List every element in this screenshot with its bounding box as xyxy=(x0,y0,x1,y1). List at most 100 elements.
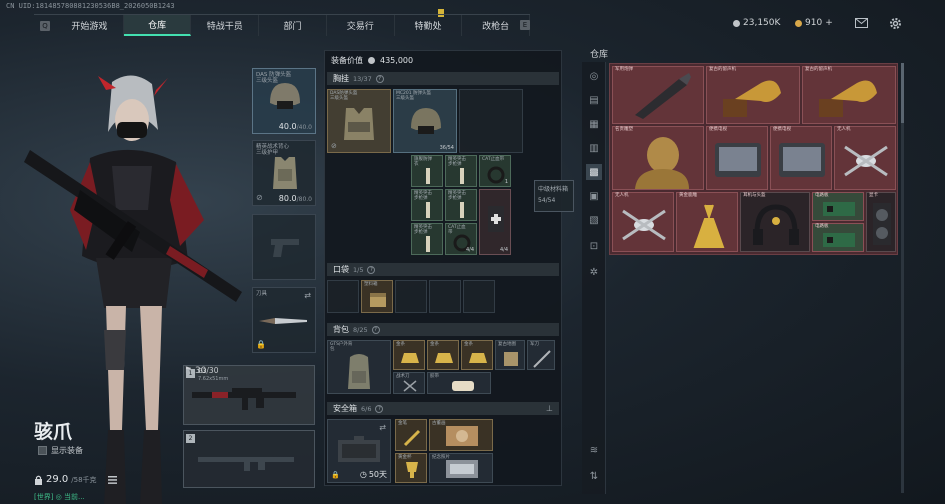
category-medical-icon[interactable]: ▣ xyxy=(586,188,602,204)
safebox-item[interactable]: 黄金杯 xyxy=(395,453,427,483)
pocket-slot[interactable] xyxy=(327,280,359,313)
melee-slot[interactable]: 刀具 ⇄ 🔒 xyxy=(252,287,316,353)
helmet-slot[interactable]: DAS 防弹头盔 三级头盔 40.0/40.0 xyxy=(252,68,316,134)
vest-item[interactable]: 精英突击 步枪弹 xyxy=(411,223,443,255)
primary-weapon-name: G3 7.62x51mm xyxy=(198,368,229,383)
vest-item[interactable]: CAT止血带 4/4 xyxy=(445,223,477,255)
ticket-balance[interactable]: 910 + xyxy=(795,18,833,28)
portable-tv-icon xyxy=(715,143,761,177)
warehouse-item[interactable]: 黄金鹿雕 xyxy=(676,192,738,252)
safebox-item[interactable]: 金笔 xyxy=(395,419,427,451)
warehouse-item[interactable]: 耳机与头盔 xyxy=(740,192,810,252)
category-gear-icon[interactable]: ▦ xyxy=(586,116,602,132)
vest-item[interactable]: MC201 防弹头盔 三级头盔 36/54 xyxy=(393,89,457,153)
category-keys-icon[interactable]: ▧ xyxy=(586,212,602,228)
warehouse-item[interactable]: 便携电视 xyxy=(770,126,832,190)
show-gear-label: 显示装备 xyxy=(51,446,83,455)
backpack-item[interactable]: 军刀 xyxy=(527,340,555,370)
primary-weapon-slot[interactable]: 1 G37.62x51mm ⚑ 30/30 xyxy=(183,365,315,425)
warehouse-item[interactable]: 无人机 xyxy=(834,126,896,190)
tab-special-ops[interactable]: 特勤处 xyxy=(395,15,463,36)
backpack-item[interactable]: 胶带 xyxy=(427,372,491,394)
warehouse-item[interactable]: 电路板 xyxy=(812,223,864,252)
safebox-container[interactable]: ⇄ 🔒 ◷ 50天 xyxy=(327,419,391,483)
pistol-slot[interactable] xyxy=(252,214,316,280)
pocket-slot[interactable] xyxy=(429,280,461,313)
show-gear-toggle[interactable]: 显示装备 xyxy=(38,445,83,456)
vest-item[interactable]: 旗舰防弹衣 xyxy=(411,155,443,187)
warehouse-scrollbar[interactable] xyxy=(901,63,904,493)
warehouse-grid: 军用炮弹 复古的留声机 复古的留声机 名贵雕塑 便携电视 便携电视 无人机 无人… xyxy=(609,63,898,255)
vest-item[interactable]: 精英突击 步枪弹 xyxy=(445,155,477,187)
helmet-icon xyxy=(411,108,441,134)
swap-icon[interactable]: ⇄ xyxy=(304,291,311,300)
tab-start-game[interactable]: 开始游戏 xyxy=(56,15,124,36)
show-gear-checkbox[interactable] xyxy=(38,446,47,455)
category-all-icon[interactable]: ◎ xyxy=(586,68,602,84)
nav-left-key-wrap[interactable]: Q xyxy=(34,15,56,36)
pin-icon[interactable]: ⊥ xyxy=(546,404,553,413)
vest-empty-slot[interactable] xyxy=(459,89,523,153)
pocket-slot[interactable] xyxy=(395,280,427,313)
warehouse-item[interactable]: 名贵雕塑 xyxy=(612,126,704,190)
category-lock-icon[interactable]: ⊡ xyxy=(586,238,602,254)
mail-icon[interactable] xyxy=(853,15,869,31)
chat-tip[interactable]: [世界] ◎ 当前... xyxy=(34,492,85,502)
tab-trading[interactable]: 交易行 xyxy=(327,15,395,36)
armor-slot[interactable]: 精英战术背心 三级护甲 ⊘ 80.0/80.0 xyxy=(252,140,316,206)
warehouse-item[interactable]: 复古的留声机 xyxy=(802,66,896,124)
warehouse-item[interactable]: 便携电视 xyxy=(706,126,768,190)
backpack-item[interactable]: 金条 xyxy=(393,340,425,370)
character-name: 骇爪 xyxy=(34,421,73,443)
backpack-item[interactable]: GTS户外背包 xyxy=(327,340,391,394)
category-weapon-icon[interactable]: ▤ xyxy=(586,92,602,108)
help-icon[interactable]: ? xyxy=(375,74,384,83)
backpack-item[interactable]: 金条 xyxy=(461,340,493,370)
nav-left-key[interactable]: Q xyxy=(40,20,50,31)
tab-department[interactable]: 部门 xyxy=(259,15,327,36)
backpack-item[interactable]: 战术刀 xyxy=(393,372,425,394)
weight-unit: /58千克 xyxy=(71,475,97,484)
category-collectibles-icon[interactable]: ▩ xyxy=(586,164,602,180)
pocket-item[interactable]: 塑料箱 xyxy=(361,280,393,313)
vest-item[interactable]: CAT止血带 1 xyxy=(479,155,511,187)
secondary-weapon-slot[interactable]: 2 xyxy=(183,430,315,488)
pocket-slot[interactable] xyxy=(463,280,495,313)
stack-layers-icon[interactable]: ≋ xyxy=(586,442,602,458)
tab-operators[interactable]: 特战干员 xyxy=(191,15,260,36)
briefcase-icon xyxy=(338,436,380,462)
help-icon[interactable]: ? xyxy=(375,404,384,413)
sort-icon[interactable]: ⇅ xyxy=(586,468,602,484)
warehouse-item[interactable]: 无人机 xyxy=(612,192,674,252)
ticket-add[interactable]: + xyxy=(825,18,833,28)
tooltip-count: 54/54 xyxy=(538,196,556,204)
safebox-item[interactable]: 纪念照片 xyxy=(429,453,493,483)
vest-item[interactable]: 4/4 xyxy=(479,189,511,255)
gold-cup-icon xyxy=(406,462,418,478)
nav-right-key[interactable]: E xyxy=(520,20,530,30)
map-icon xyxy=(504,352,518,366)
vest-item[interactable]: DAS防弹头盔 三级头盔 ⊘ xyxy=(327,89,391,153)
vest-item[interactable]: 精英突击 步枪弹 xyxy=(445,189,477,221)
help-icon[interactable]: ? xyxy=(367,265,376,274)
category-ammo-icon[interactable]: ▥ xyxy=(586,140,602,156)
scroll-thumb[interactable] xyxy=(901,63,904,123)
safebox-item[interactable]: 古董画 xyxy=(429,419,493,451)
settings-gear-icon[interactable] xyxy=(887,15,903,31)
circuit-board-icon xyxy=(823,202,855,216)
backpack-item[interactable]: 复古地图 xyxy=(495,340,525,370)
warehouse-item[interactable]: 军用炮弹 xyxy=(612,66,704,124)
help-icon[interactable]: ? xyxy=(371,325,380,334)
tab-warehouse[interactable]: 仓库 xyxy=(123,15,192,36)
coin-icon xyxy=(368,57,375,64)
category-settings-icon[interactable]: ✲ xyxy=(586,264,602,280)
warehouse-item[interactable]: 复古的留声机 xyxy=(706,66,800,124)
vest-item[interactable]: 精英突击 步枪弹 xyxy=(411,189,443,221)
ammo-icon xyxy=(426,168,430,184)
warehouse-item[interactable]: 显卡 xyxy=(866,192,896,252)
equipment-value-amount: 435,000 xyxy=(380,56,414,65)
backpack-item[interactable]: 金条 xyxy=(427,340,459,370)
warehouse-item[interactable]: 电路板 xyxy=(812,192,864,221)
swap-icon[interactable]: ⇄ xyxy=(379,423,386,432)
list-icon[interactable] xyxy=(107,475,117,484)
